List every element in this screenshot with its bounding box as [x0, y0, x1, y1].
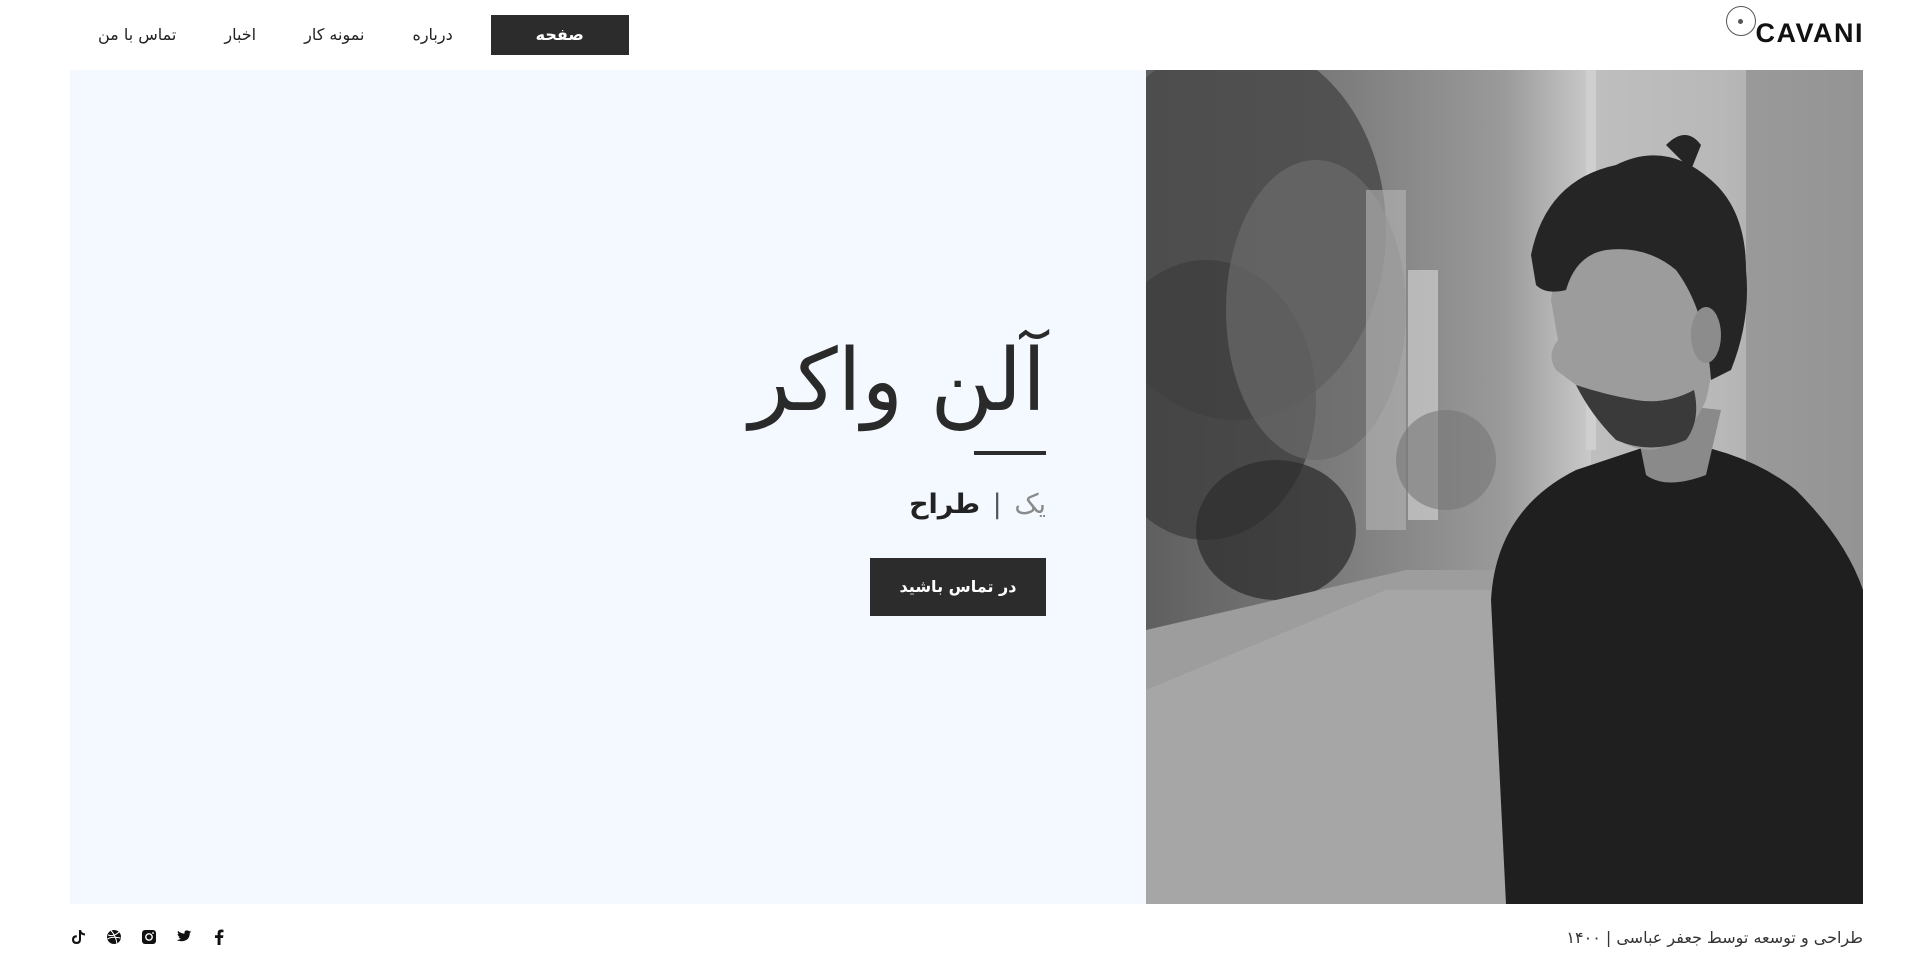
- instagram-icon[interactable]: [140, 928, 157, 945]
- hero-content: آلن واکر یک | طراح در تماس باشید: [546, 330, 1046, 617]
- facebook-icon[interactable]: [210, 928, 227, 945]
- social-links: [70, 928, 227, 945]
- dribbble-icon[interactable]: [105, 928, 122, 945]
- nav-news[interactable]: اخبار: [214, 15, 266, 55]
- hero-divider: [974, 451, 1046, 456]
- nav-portfolio[interactable]: نمونه کار: [294, 15, 374, 55]
- logo-text: CAVANI: [1755, 18, 1864, 48]
- hero-role-separator: |: [992, 489, 1002, 521]
- tiktok-icon[interactable]: [70, 928, 87, 945]
- hero-section: آلن واکر یک | طراح در تماس باشید: [70, 70, 1146, 904]
- hero-name: آلن واکر: [749, 331, 1046, 431]
- hero-role: یک | طراح: [546, 489, 1046, 520]
- nav-contact[interactable]: تماس با من: [88, 15, 186, 55]
- portrait-photo: [1146, 70, 1863, 904]
- contact-button[interactable]: در تماس باشید: [870, 558, 1046, 617]
- site-logo[interactable]: CAVANI: [1726, 6, 1865, 49]
- main-nav: صفحه اصلی درباره نمونه کار اخبار تماس با…: [88, 15, 629, 84]
- hero-role-title: طراح: [909, 489, 981, 521]
- nav-home[interactable]: صفحه اصلی: [490, 15, 629, 84]
- site-footer: طراحی و توسعه توسط جعفر عباسی | ۱۴۰۰: [0, 904, 1920, 969]
- copyright-text: طراحی و توسعه توسط جعفر عباسی | ۱۴۰۰: [1566, 928, 1863, 947]
- twitter-icon[interactable]: [175, 928, 192, 945]
- site-header: صفحه اصلی درباره نمونه کار اخبار تماس با…: [0, 0, 1920, 84]
- portrait-illustration: [1146, 70, 1863, 904]
- hero-role-prefix: یک: [1014, 489, 1046, 521]
- nav-about[interactable]: درباره: [402, 15, 462, 55]
- logo-mark-icon: [1726, 6, 1756, 36]
